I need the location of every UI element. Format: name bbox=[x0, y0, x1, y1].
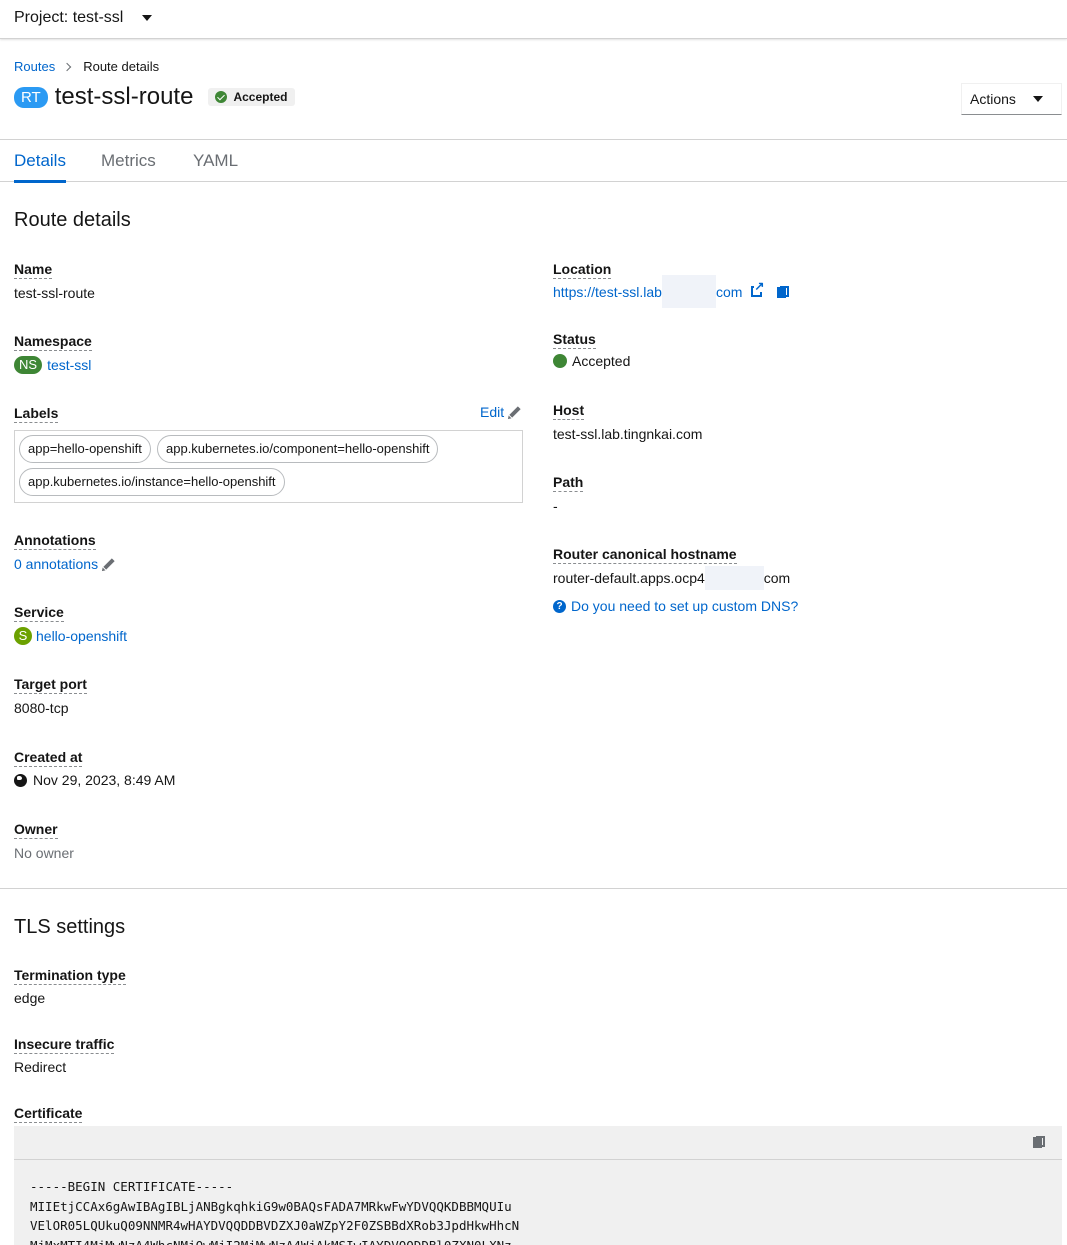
certificate-line: MIIEtjCCAx6gAwIBAgIBLjANBgkqhkiG9w0BAQsF… bbox=[30, 1198, 512, 1214]
service-link[interactable]: hello-openshift bbox=[36, 628, 127, 644]
status-badge: Accepted bbox=[208, 88, 296, 106]
created-at-timestamp: Nov 29, 2023, 8:49 AM bbox=[33, 772, 176, 788]
check-circle-icon bbox=[553, 354, 567, 368]
service-value: S hello-openshift bbox=[14, 627, 127, 645]
certificate-line: -----BEGIN CERTIFICATE----- bbox=[30, 1179, 234, 1194]
location-value: https://test-ssl.lab com bbox=[553, 275, 790, 308]
service-label[interactable]: Service bbox=[14, 604, 64, 622]
labels-edit-label: Edit bbox=[480, 404, 505, 420]
path-value: - bbox=[553, 498, 558, 514]
router-hostname-label[interactable]: Router canonical hostname bbox=[553, 546, 737, 564]
annotations-label[interactable]: Annotations bbox=[14, 532, 96, 550]
router-hostname-prefix: router-default.apps.ocp4 bbox=[553, 570, 705, 586]
annotations-value[interactable]: 0 annotations bbox=[14, 556, 115, 572]
label-chip: app=hello-openshift bbox=[19, 435, 151, 463]
name-value: test-ssl-route bbox=[14, 285, 95, 301]
chevron-right-icon bbox=[62, 62, 72, 71]
breadcrumb-routes-link[interactable]: Routes bbox=[14, 59, 55, 74]
certificate-toolbar bbox=[14, 1126, 1062, 1160]
copy-icon[interactable] bbox=[777, 286, 790, 298]
route-details-heading: Route details bbox=[14, 209, 131, 231]
status-badge-label: Accepted bbox=[233, 90, 288, 104]
pencil-icon bbox=[509, 406, 521, 418]
host-label[interactable]: Host bbox=[553, 402, 585, 420]
certificate-line: VElOR05LQUkuQ09NNMR4wHAYDVQQDDBVDZXJ0aWZ… bbox=[30, 1218, 520, 1233]
caret-down-icon bbox=[142, 15, 153, 21]
breadcrumb-current: Route details bbox=[83, 59, 160, 74]
custom-dns-help-link[interactable]: ? Do you need to set up custom DNS? bbox=[553, 598, 798, 614]
label-chip: app.kubernetes.io/component=hello-opensh… bbox=[157, 435, 439, 463]
project-selector-label: Project: test-ssl bbox=[14, 9, 124, 26]
tab-yaml[interactable]: YAML bbox=[193, 151, 238, 171]
location-url-suffix: com bbox=[715, 283, 743, 300]
target-port-label[interactable]: Target port bbox=[14, 676, 87, 694]
caret-down-icon bbox=[1033, 96, 1043, 102]
created-at-value: Nov 29, 2023, 8:49 AM bbox=[14, 772, 175, 788]
termination-type-value: edge bbox=[14, 990, 46, 1006]
insecure-traffic-label[interactable]: Insecure traffic bbox=[14, 1036, 115, 1054]
project-bar: Project: test-ssl bbox=[0, 0, 1067, 39]
pencil-icon bbox=[103, 558, 115, 570]
insecure-traffic-value: Redirect bbox=[14, 1059, 67, 1075]
owner-value: No owner bbox=[14, 845, 74, 861]
tab-metrics[interactable]: Metrics bbox=[101, 151, 156, 171]
redacted-region bbox=[704, 566, 764, 590]
termination-type-label[interactable]: Termination type bbox=[14, 967, 126, 985]
tls-settings-heading: TLS settings bbox=[14, 916, 126, 938]
namespace-label[interactable]: Namespace bbox=[14, 333, 92, 351]
location-link[interactable]: https://test-ssl.lab com bbox=[553, 275, 742, 308]
namespace-link[interactable]: test-ssl bbox=[47, 357, 91, 373]
labels-label[interactable]: Labels bbox=[14, 405, 59, 423]
certificate-code-block[interactable]: -----BEGIN CERTIFICATE----- MIIEtjCCAx6g… bbox=[14, 1160, 1062, 1245]
host-value: test-ssl.lab.tingnkai.com bbox=[553, 426, 703, 442]
tab-bar: Details Metrics YAML bbox=[0, 139, 1067, 183]
certificate-line: MjMxMTI4MjMwNzA4WhcNMjQwMjI2MjMwNzA4WjAk… bbox=[30, 1237, 512, 1245]
breadcrumb: Routes Route details bbox=[14, 59, 159, 74]
location-url-prefix: https://test-ssl.lab bbox=[553, 283, 662, 300]
copy-icon[interactable] bbox=[1033, 1136, 1045, 1148]
service-badge: S bbox=[14, 627, 32, 645]
namespace-value: NS test-ssl bbox=[14, 356, 91, 374]
labels-edit-button[interactable]: Edit bbox=[480, 404, 521, 420]
annotations-link[interactable]: 0 annotations bbox=[14, 556, 98, 572]
globe-icon bbox=[14, 773, 27, 787]
status-text: Accepted bbox=[572, 353, 631, 369]
page-title: test-ssl-route bbox=[54, 83, 194, 110]
status-label[interactable]: Status bbox=[553, 331, 596, 349]
namespace-badge: NS bbox=[14, 356, 43, 374]
project-selector[interactable]: Project: test-ssl bbox=[14, 9, 153, 27]
check-circle-icon bbox=[215, 91, 228, 103]
router-hostname-value: router-default.apps.ocp4 com bbox=[553, 566, 790, 590]
resource-type-badge: RT bbox=[14, 86, 48, 108]
certificate-label[interactable]: Certificate bbox=[14, 1105, 83, 1123]
section-divider bbox=[0, 888, 1067, 889]
router-hostname-suffix: com bbox=[763, 570, 791, 586]
target-port-value: 8080-tcp bbox=[14, 700, 69, 716]
actions-dropdown-label: Actions bbox=[970, 91, 1016, 107]
path-label[interactable]: Path bbox=[553, 474, 584, 492]
created-at-label[interactable]: Created at bbox=[14, 749, 83, 767]
custom-dns-help-text: Do you need to set up custom DNS? bbox=[571, 598, 799, 614]
owner-label[interactable]: Owner bbox=[14, 821, 58, 839]
labels-box: app=hello-openshift app.kubernetes.io/co… bbox=[14, 430, 523, 503]
name-label[interactable]: Name bbox=[14, 261, 53, 279]
redacted-region bbox=[661, 275, 716, 308]
label-chip: app.kubernetes.io/instance=hello-openshi… bbox=[19, 468, 285, 496]
status-value: Accepted bbox=[553, 353, 630, 369]
external-link-icon[interactable] bbox=[751, 280, 765, 297]
page-header: RT test-ssl-route Accepted bbox=[14, 83, 296, 111]
tab-details[interactable]: Details bbox=[14, 151, 66, 183]
help-icon: ? bbox=[553, 599, 566, 613]
actions-dropdown[interactable]: Actions bbox=[961, 83, 1062, 115]
